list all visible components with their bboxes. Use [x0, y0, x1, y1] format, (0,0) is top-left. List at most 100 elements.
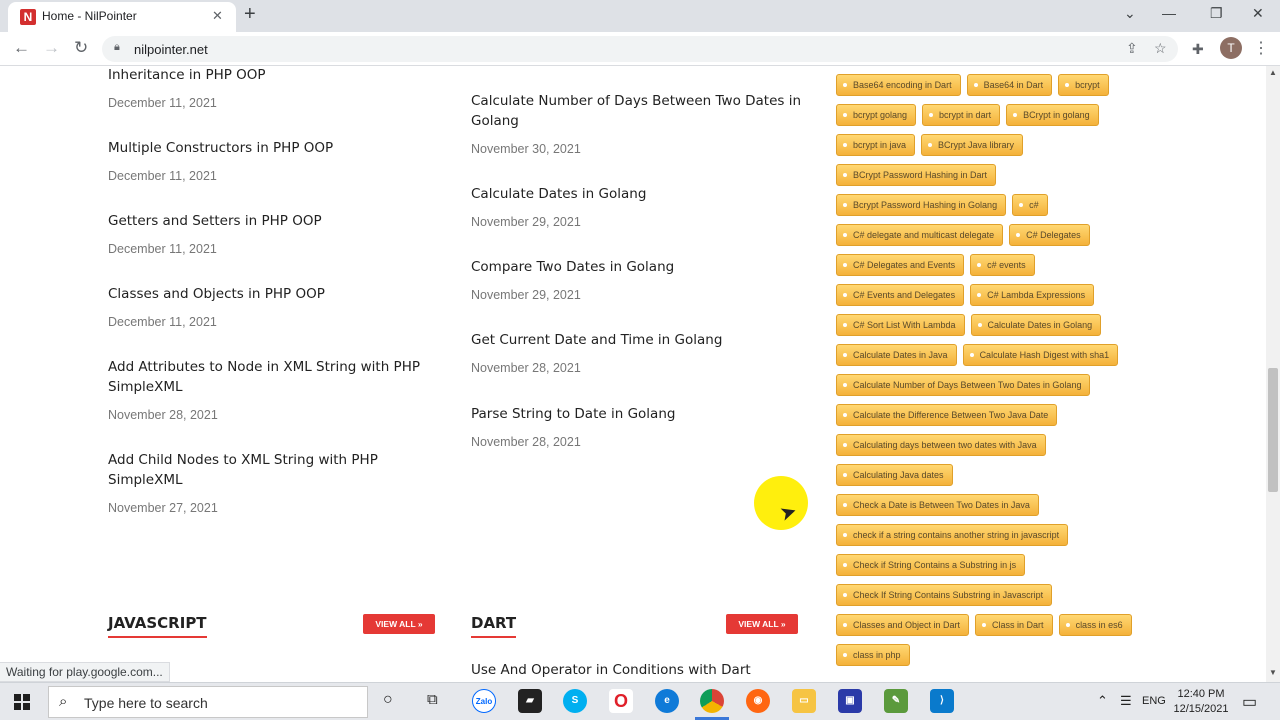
tag-link[interactable]: BCrypt in golang: [1006, 104, 1099, 126]
post-title[interactable]: Compare Two Dates in Golang: [471, 257, 801, 277]
tag-link[interactable]: Check a Date is Between Two Dates in Jav…: [836, 494, 1039, 516]
lock-icon[interactable]: 🔒︎: [114, 41, 120, 54]
opera-icon[interactable]: O: [609, 689, 633, 713]
back-icon[interactable]: ←: [13, 38, 30, 58]
post-title[interactable]: Parse String to Date in Golang: [471, 404, 801, 424]
tag-link[interactable]: BCrypt Java library: [921, 134, 1024, 156]
notifications-icon[interactable]: ▭: [1242, 692, 1257, 712]
tag-link[interactable]: BCrypt Password Hashing in Dart: [836, 164, 997, 186]
tag-link[interactable]: c# events: [970, 254, 1035, 276]
sticky-notes-icon[interactable]: ▰: [518, 689, 542, 713]
new-tab-button[interactable]: +: [244, 3, 256, 26]
edge-icon[interactable]: e: [655, 689, 679, 713]
post-title[interactable]: Classes and Objects in PHP OOP: [108, 284, 438, 304]
address-bar[interactable]: 🔒︎ nilpointer.net ⇪ ☆: [102, 36, 1178, 62]
wifi-icon[interactable]: ☰: [1120, 693, 1132, 709]
taskbar-clock[interactable]: 12:40 PM 12/15/2021: [1170, 687, 1232, 717]
post-title[interactable]: Calculate Number of Days Between Two Dat…: [471, 91, 801, 131]
cortana-icon[interactable]: ○: [383, 691, 393, 709]
post-title[interactable]: Multiple Constructors in PHP OOP: [108, 138, 438, 158]
tab-search-icon[interactable]: ⌄: [1124, 5, 1136, 22]
tag-link[interactable]: Calculate the Difference Between Two Jav…: [836, 404, 1058, 426]
post-title[interactable]: Add Attributes to Node in XML String wit…: [108, 357, 438, 397]
close-window-button[interactable]: ✕: [1252, 5, 1264, 22]
restore-button[interactable]: ❐: [1210, 5, 1223, 22]
tag-link[interactable]: Calculate Hash Digest with sha1: [962, 344, 1119, 366]
browser-tab-active[interactable]: N Home - NilPointer ✕: [8, 2, 236, 32]
page-scrollbar[interactable]: ▲ ▼: [1266, 66, 1280, 682]
tag-link[interactable]: Base64 encoding in Dart: [836, 74, 961, 96]
post-item[interactable]: Get Current Date and Time in Golang Nove…: [471, 330, 801, 375]
post-item[interactable]: Getters and Setters in PHP OOP December …: [108, 211, 438, 256]
tag-link[interactable]: C# delegate and multicast delegate: [836, 224, 1004, 246]
tag-link[interactable]: Calculate Dates in Java: [836, 344, 957, 366]
post-item[interactable]: Classes and Objects in PHP OOP December …: [108, 284, 438, 329]
post-title[interactable]: Inheritance in PHP OOP: [108, 66, 438, 85]
task-view-icon[interactable]: ⧉: [427, 691, 438, 708]
forward-icon[interactable]: →: [43, 38, 60, 58]
tag-link[interactable]: class in es6: [1058, 614, 1132, 636]
file-explorer-icon[interactable]: ▭: [792, 689, 816, 713]
scroll-down-arrow-icon[interactable]: ▼: [1269, 668, 1277, 677]
post-item[interactable]: Compare Two Dates in Golang November 29,…: [471, 257, 801, 302]
chrome-icon[interactable]: [700, 689, 724, 713]
windows-start-icon[interactable]: [14, 694, 30, 710]
search-placeholder[interactable]: Type here to search: [84, 695, 208, 711]
url-text[interactable]: nilpointer.net: [134, 42, 208, 57]
tag-link[interactable]: bcrypt: [1058, 74, 1109, 96]
skype-icon[interactable]: S: [563, 689, 587, 713]
post-item[interactable]: Add Attributes to Node in XML String wit…: [108, 357, 438, 422]
post-title[interactable]: Calculate Dates in Golang: [471, 184, 801, 204]
notepad-app-icon[interactable]: ✎: [884, 689, 908, 713]
tag-link[interactable]: Class in Dart: [975, 614, 1053, 636]
tag-link[interactable]: Calculate Dates in Golang: [970, 314, 1102, 336]
extensions-icon[interactable]: ✚: [1192, 41, 1204, 58]
tag-link[interactable]: Calculate Number of Days Between Two Dat…: [836, 374, 1091, 396]
firefox-icon[interactable]: ◉: [746, 689, 770, 713]
post-item[interactable]: Multiple Constructors in PHP OOP Decembe…: [108, 138, 438, 183]
tag-link[interactable]: C# Delegates and Events: [836, 254, 965, 276]
tag-link[interactable]: class in php: [836, 644, 910, 666]
post-item[interactable]: Inheritance in PHP OOP December 11, 2021: [108, 66, 438, 110]
tag-link[interactable]: Bcrypt Password Hashing in Golang: [836, 194, 1007, 216]
tag-link[interactable]: C# Lambda Expressions: [970, 284, 1095, 306]
post-item[interactable]: Add Child Nodes to XML String with PHP S…: [108, 450, 438, 515]
scroll-up-arrow-icon[interactable]: ▲: [1269, 68, 1277, 77]
tag-link[interactable]: Check if String Contains a Substring in …: [836, 554, 1026, 576]
menu-icon[interactable]: ⋮: [1253, 38, 1269, 58]
tag-link[interactable]: check if a string contains another strin…: [836, 524, 1069, 546]
tag-link[interactable]: Check If String Contains Substring in Ja…: [836, 584, 1053, 606]
tag-link[interactable]: bcrypt in java: [836, 134, 916, 156]
language-indicator[interactable]: ENG: [1142, 695, 1166, 707]
post-title[interactable]: Get Current Date and Time in Golang: [471, 330, 801, 350]
save-app-icon[interactable]: ▣: [838, 689, 862, 713]
tag-link[interactable]: C# Delegates: [1009, 224, 1090, 246]
profile-avatar[interactable]: T: [1220, 37, 1242, 59]
tag-link[interactable]: c#: [1012, 194, 1048, 216]
taskbar-search-box[interactable]: ⌕ Type here to search: [48, 686, 368, 718]
post-item[interactable]: Parse String to Date in Golang November …: [471, 404, 801, 449]
post-title[interactable]: Add Child Nodes to XML String with PHP S…: [108, 450, 438, 490]
minimize-button[interactable]: —: [1162, 5, 1176, 21]
tag-link[interactable]: Classes and Object in Dart: [836, 614, 970, 636]
post-item[interactable]: Calculate Number of Days Between Two Dat…: [471, 91, 801, 156]
scroll-thumb[interactable]: [1268, 368, 1278, 492]
share-icon[interactable]: ⇪: [1126, 40, 1138, 57]
tray-chevron-up-icon[interactable]: ⌃: [1097, 693, 1108, 709]
zalo-app-icon[interactable]: Zalo: [472, 689, 496, 713]
bookmark-star-icon[interactable]: ☆: [1154, 40, 1167, 57]
tag-link[interactable]: Calculating days between two dates with …: [836, 434, 1046, 456]
dart-view-all-button[interactable]: VIEW ALL »: [726, 614, 798, 634]
tag-link[interactable]: bcrypt golang: [836, 104, 917, 126]
reload-icon[interactable]: ↻: [74, 38, 88, 58]
tag-link[interactable]: Base64 in Dart: [966, 74, 1053, 96]
dart-post-title[interactable]: Use And Operator in Conditions with Dart: [471, 660, 751, 680]
javascript-view-all-button[interactable]: VIEW ALL »: [363, 614, 435, 634]
tag-link[interactable]: Calculating Java dates: [836, 464, 953, 486]
close-tab-icon[interactable]: ✕: [212, 8, 223, 24]
tag-link[interactable]: C# Events and Delegates: [836, 284, 965, 306]
post-item[interactable]: Calculate Dates in Golang November 29, 2…: [471, 184, 801, 229]
post-title[interactable]: Getters and Setters in PHP OOP: [108, 211, 438, 231]
tag-link[interactable]: C# Sort List With Lambda: [836, 314, 965, 336]
tag-link[interactable]: bcrypt in dart: [922, 104, 1001, 126]
